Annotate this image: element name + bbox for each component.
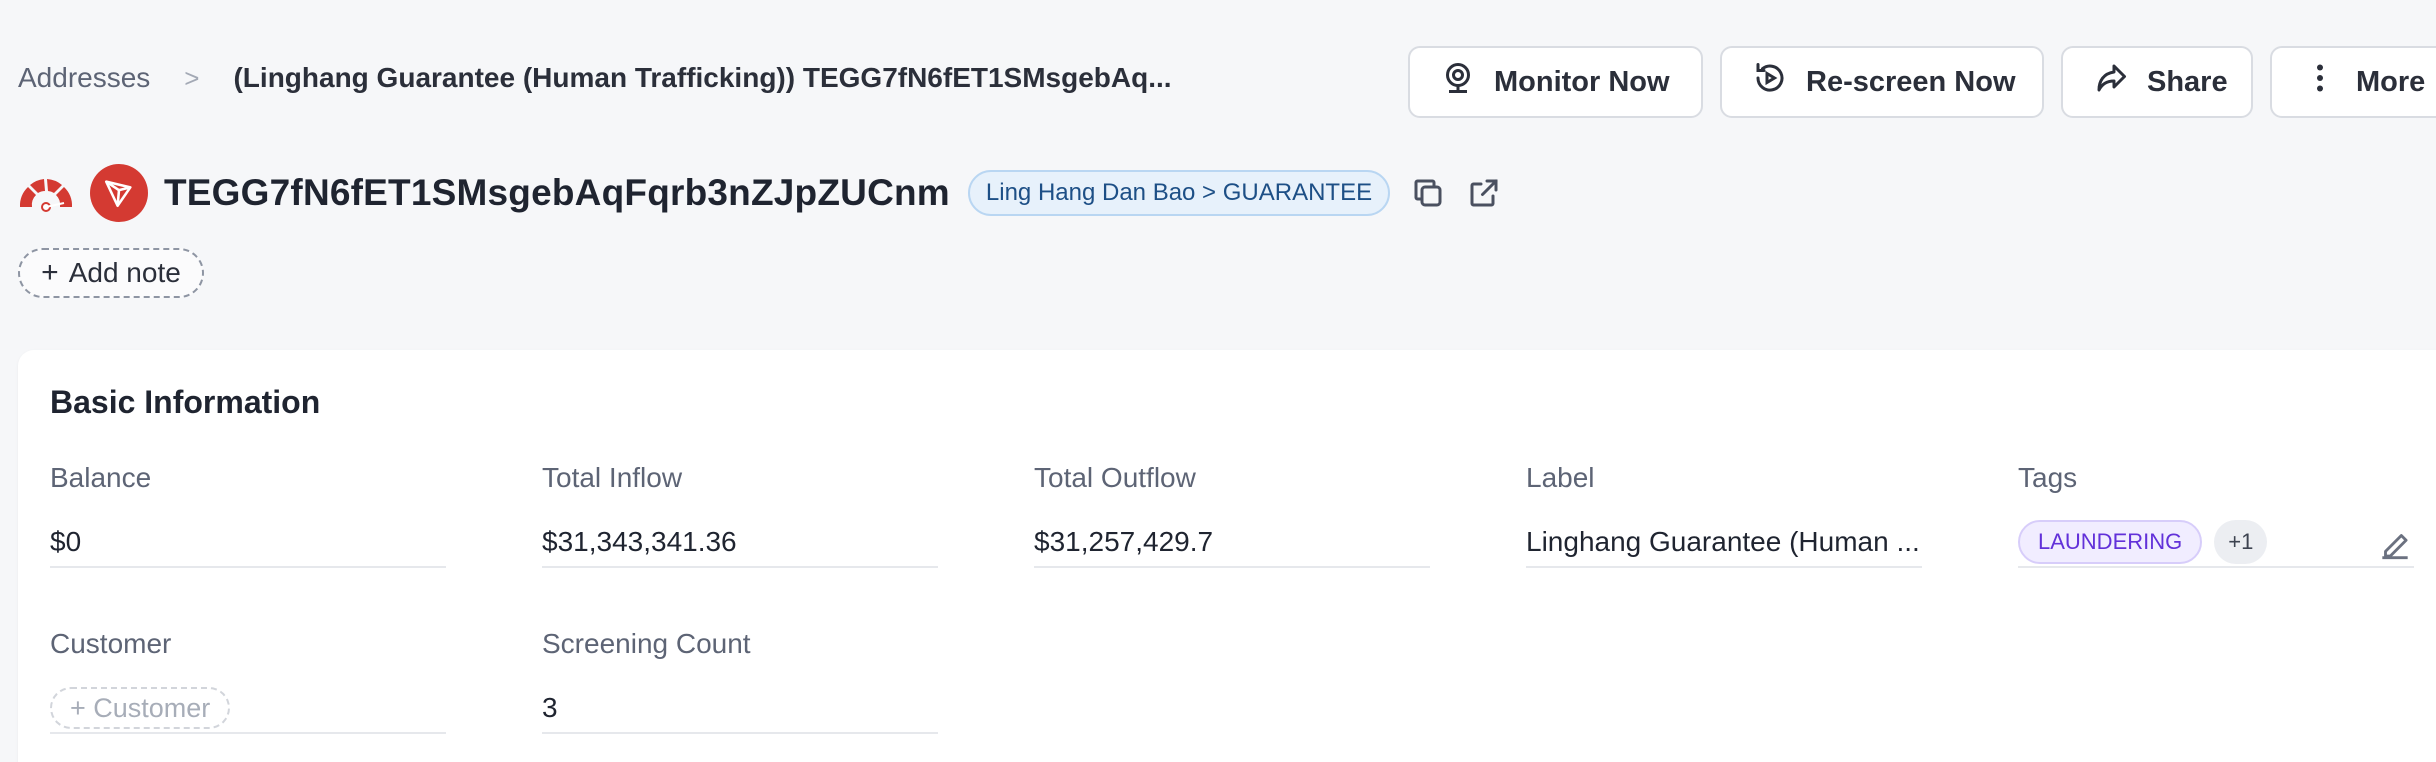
share-button[interactable]: Share <box>2061 46 2253 118</box>
monitor-now-button[interactable]: Monitor Now <box>1408 46 1703 118</box>
monitor-icon <box>1440 60 1476 104</box>
breadcrumb-separator: > <box>184 62 200 93</box>
tags-value: LAUNDERING +1 <box>2018 518 2414 568</box>
total-inflow-value: $31,343,341.36 <box>542 518 938 568</box>
label-label: Label <box>1526 462 1595 493</box>
balance-label: Balance <box>50 462 152 493</box>
risk-gauge-icon <box>16 173 76 213</box>
more-label: More <box>2356 65 2426 98</box>
add-customer-button[interactable]: + Customer <box>50 687 231 729</box>
balance-field: Balance $0 <box>50 462 446 568</box>
share-icon <box>2093 60 2129 104</box>
add-note-button[interactable]: + Add note <box>18 248 204 298</box>
tron-icon <box>90 164 148 222</box>
breadcrumb-addresses-link[interactable]: Addresses <box>18 62 150 94</box>
screening-count-value: 3 <box>542 684 938 734</box>
total-outflow-label: Total Outflow <box>1034 462 1196 493</box>
tag-laundering[interactable]: LAUNDERING <box>2018 520 2203 564</box>
breadcrumb: Addresses > (Linghang Guarantee (Human T… <box>18 62 1172 94</box>
rescreen-now-button[interactable]: Re-screen Now <box>1720 46 2044 118</box>
rescreen-icon <box>1752 60 1788 104</box>
customer-field: Customer + Customer <box>50 628 446 734</box>
balance-value: $0 <box>50 518 446 568</box>
more-vertical-icon <box>2302 60 2338 104</box>
total-inflow-field: Total Inflow $31,343,341.36 <box>542 462 938 568</box>
edit-pencil-icon[interactable] <box>2376 526 2414 564</box>
more-button[interactable]: More <box>2270 46 2436 118</box>
monitor-now-label: Monitor Now <box>1494 65 1670 98</box>
tag-more-count[interactable]: +1 <box>2214 520 2268 564</box>
share-label: Share <box>2147 65 2228 98</box>
address-title: TEGG7fN6fET1SMsgebAqFqrb3nZJpZUCnm <box>164 172 950 213</box>
external-link-icon[interactable] <box>1464 173 1504 213</box>
rescreen-now-label: Re-screen Now <box>1806 65 2016 98</box>
total-inflow-label: Total Inflow <box>542 462 683 493</box>
total-outflow-field: Total Outflow $31,257,429.7 <box>1034 462 1430 568</box>
entity-badge[interactable]: Ling Hang Dan Bao > GUARANTEE <box>967 170 1391 216</box>
address-header: TEGG7fN6fET1SMsgebAqFqrb3nZJpZUCnm Ling … <box>16 164 1520 222</box>
total-outflow-value: $31,257,429.7 <box>1034 518 1430 568</box>
action-bar: Monitor Now Re-screen Now Share More <box>1408 46 2436 118</box>
screening-count-label: Screening Count <box>542 628 751 659</box>
tags-label: Tags <box>2018 462 2078 493</box>
screening-count-field: Screening Count 3 <box>542 628 938 734</box>
customer-label: Customer <box>50 628 172 659</box>
top-bar: Addresses > (Linghang Guarantee (Human T… <box>0 0 2436 150</box>
tags-field: Tags LAUNDERING +1 <box>2018 462 2414 568</box>
plus-icon: + <box>41 256 59 289</box>
breadcrumb-current: (Linghang Guarantee (Human Trafficking))… <box>233 62 1172 93</box>
label-value: Linghang Guarantee (Human ... <box>1526 518 1922 568</box>
label-field: Label Linghang Guarantee (Human ... <box>1526 462 1922 568</box>
basic-information-card: Basic Information Balance $0 Total Inflo… <box>18 350 2436 762</box>
customer-value: + Customer <box>50 684 446 734</box>
add-note-label: Add note <box>68 257 181 288</box>
copy-icon[interactable] <box>1408 173 1448 213</box>
card-title: Basic Information <box>50 384 321 420</box>
